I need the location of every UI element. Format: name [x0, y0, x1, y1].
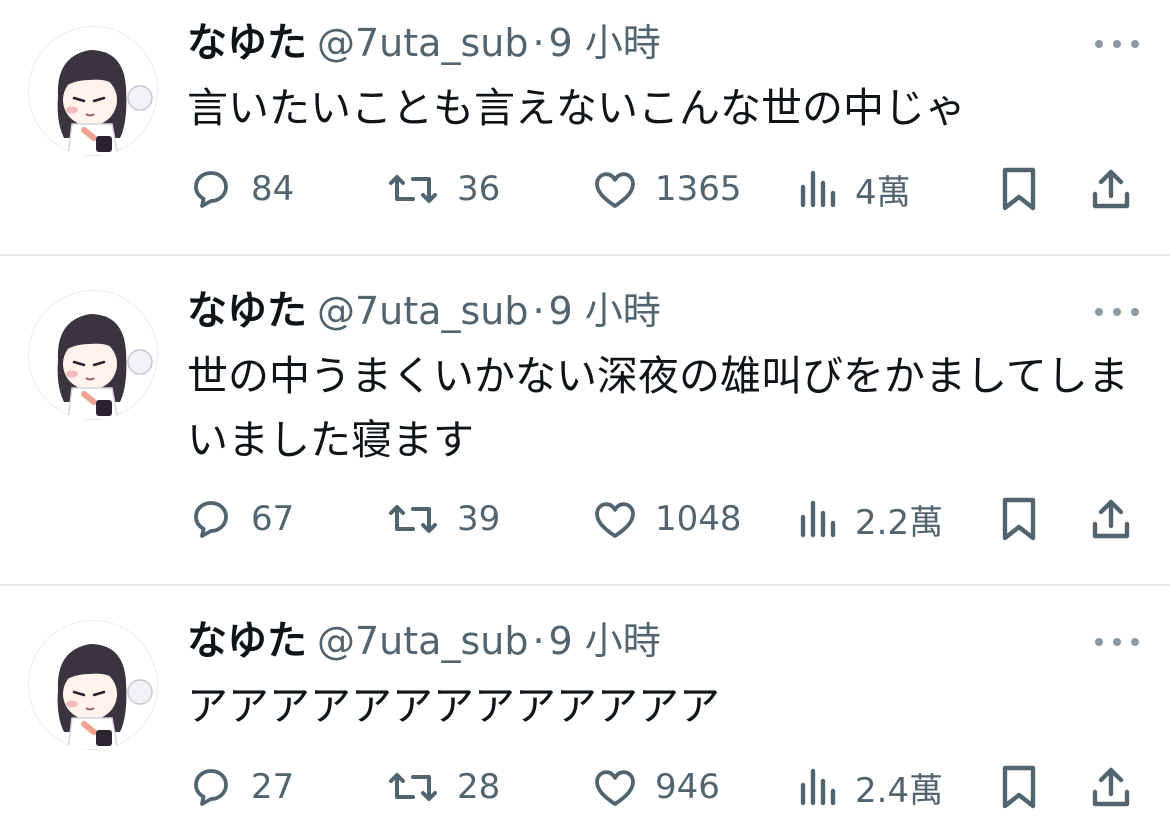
share-icon: [1087, 762, 1135, 812]
views-icon: [795, 763, 839, 811]
user-handle[interactable]: @7uta_sub: [317, 21, 528, 65]
action-bar: 67 39 1048 2.2萬: [187, 494, 1147, 544]
retweet-button[interactable]: 39: [385, 494, 500, 544]
reply-button[interactable]: 27: [187, 762, 294, 812]
user-handle[interactable]: @7uta_sub: [317, 619, 528, 663]
share-button[interactable]: [1087, 762, 1135, 812]
like-count: 946: [655, 767, 720, 807]
tweet[interactable]: なゆた @7uta_sub · 9 小時 言いたいことも言えないこんな世の中じゃ 84…: [0, 0, 1170, 254]
like-icon: [591, 495, 639, 543]
retweet-count: 36: [457, 169, 501, 209]
retweet-count: 39: [457, 499, 501, 539]
like-count: 1048: [655, 499, 742, 539]
user-handle[interactable]: @7uta_sub: [317, 289, 528, 333]
retweet-icon: [385, 165, 441, 213]
reply-icon: [187, 495, 235, 543]
more-icon[interactable]: [1093, 304, 1141, 320]
views-button[interactable]: 2.2萬: [795, 494, 943, 544]
views-icon: [795, 165, 839, 213]
bookmark-icon: [997, 762, 1041, 812]
action-bar: 27 28 946 2.4萬: [187, 762, 1147, 812]
display-name[interactable]: なゆた: [187, 288, 307, 334]
tweet[interactable]: なゆた @7uta_sub · 9 小時 世の中うまくいかない深夜の雄叫びをかましてし…: [0, 256, 1170, 584]
timestamp[interactable]: 9 小時: [549, 619, 661, 663]
tweet-header: なゆた @7uta_sub · 9 小時: [187, 618, 661, 672]
reply-icon: [187, 763, 235, 811]
retweet-icon: [385, 495, 441, 543]
bookmark-button[interactable]: [997, 762, 1041, 812]
reply-button[interactable]: 84: [187, 164, 294, 214]
retweet-icon: [385, 763, 441, 811]
bookmark-icon: [997, 494, 1041, 544]
like-button[interactable]: 946: [591, 762, 720, 812]
reply-count: 84: [251, 169, 295, 209]
like-icon: [591, 763, 639, 811]
views-count: 2.2萬: [855, 502, 944, 543]
like-count: 1365: [655, 169, 742, 209]
display-name[interactable]: なゆた: [187, 618, 307, 664]
views-button[interactable]: 4萬: [795, 164, 911, 214]
tweet-header: なゆた @7uta_sub · 9 小時: [187, 288, 661, 342]
tweet-text: 言いたいことも言えないこんな世の中じゃ: [187, 84, 966, 132]
reply-icon: [187, 165, 235, 213]
tweet-text: 世の中うまくいかない深夜の雄叫びをかましてしまいました寝ます: [187, 352, 1129, 464]
display-name[interactable]: なゆた: [187, 20, 307, 66]
tweet-header: なゆた @7uta_sub · 9 小時: [187, 20, 661, 74]
bookmark-button[interactable]: [997, 164, 1041, 214]
tweet-text: アアアアアアアアアアアアア: [187, 682, 720, 730]
avatar[interactable]: [28, 26, 158, 156]
separator-dot: ·: [532, 619, 545, 663]
reply-button[interactable]: 67: [187, 494, 294, 544]
retweet-button[interactable]: 28: [385, 762, 500, 812]
bookmark-icon: [997, 164, 1041, 214]
like-icon: [591, 165, 639, 213]
timestamp[interactable]: 9 小時: [549, 21, 661, 65]
reply-count: 67: [251, 499, 295, 539]
share-button[interactable]: [1087, 164, 1135, 214]
more-icon[interactable]: [1093, 634, 1141, 650]
retweet-count: 28: [457, 767, 501, 807]
views-button[interactable]: 2.4萬: [795, 762, 943, 812]
views-count: 4萬: [855, 172, 911, 213]
share-button[interactable]: [1087, 494, 1135, 544]
timestamp[interactable]: 9 小時: [549, 289, 661, 333]
retweet-button[interactable]: 36: [385, 164, 500, 214]
avatar[interactable]: [28, 620, 158, 750]
more-icon[interactable]: [1093, 36, 1141, 52]
avatar[interactable]: [28, 290, 158, 420]
reply-count: 27: [251, 767, 295, 807]
views-count: 2.4萬: [855, 770, 944, 811]
like-button[interactable]: 1365: [591, 164, 742, 214]
like-button[interactable]: 1048: [591, 494, 742, 544]
tweet[interactable]: なゆた @7uta_sub · 9 小時 アアアアアアアアアアアアア 27 28 94…: [0, 586, 1170, 840]
separator-dot: ·: [532, 289, 545, 333]
bookmark-button[interactable]: [997, 494, 1041, 544]
share-icon: [1087, 494, 1135, 544]
share-icon: [1087, 164, 1135, 214]
views-icon: [795, 495, 839, 543]
action-bar: 84 36 1365 4萬: [187, 164, 1147, 214]
separator-dot: ·: [532, 21, 545, 65]
